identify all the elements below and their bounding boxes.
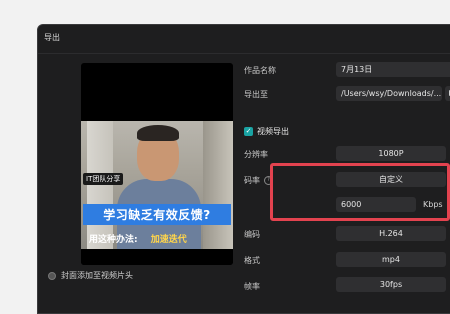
video-export-label: 视频导出 [257, 127, 289, 136]
cover-checkbox[interactable] [48, 271, 56, 280]
folder-icon[interactable] [445, 86, 450, 101]
video-letterbox [81, 249, 233, 265]
codec-label: 编码 [244, 230, 260, 239]
bitrate-label-text: 码率 [244, 176, 260, 185]
caption-sub-left: 用这种办法: [89, 235, 138, 245]
video-frame: IT团队分享 学习缺乏有效反馈? 用这种办法: 加速迭代 [81, 121, 233, 249]
video-export-toggle[interactable]: ✓ 视频导出 [244, 126, 289, 137]
format-label: 格式 [244, 256, 260, 265]
resolution-label: 分辨率 [244, 150, 268, 159]
video-tag: IT团队分享 [83, 173, 124, 185]
resolution-select[interactable]: 1080P [336, 146, 446, 161]
dialog-title: 导出 [44, 33, 60, 42]
checkmark-icon[interactable]: ✓ [244, 127, 253, 136]
video-caption-sub: 用这种办法: 加速迭代 [89, 232, 229, 245]
background-curtain [87, 121, 113, 249]
framerate-select[interactable]: 30fps [336, 277, 446, 292]
format-select[interactable]: mp4 [336, 252, 446, 267]
dialog-titlebar: 导出 [38, 25, 450, 54]
cover-option[interactable]: 封面添加至视频片头 [48, 270, 133, 281]
video-caption-main: 学习缺乏有效反馈? [83, 204, 231, 225]
background-shelf [203, 121, 233, 249]
bitrate-label: 码率? [244, 175, 273, 186]
codec-select[interactable]: H.264 [336, 226, 446, 241]
caption-sub-right: 加速迭代 [150, 235, 187, 245]
highlight-annotation [270, 163, 450, 221]
export-to-label: 导出至 [244, 90, 268, 99]
person-hair [137, 125, 179, 141]
cover-option-label: 封面添加至视频片头 [61, 271, 133, 280]
video-preview: IT团队分享 学习缺乏有效反馈? 用这种办法: 加速迭代 [81, 63, 233, 265]
name-label: 作品名称 [244, 66, 276, 75]
framerate-label: 帧率 [244, 282, 260, 291]
name-input[interactable]: 7月13日 [336, 62, 450, 77]
export-path-field[interactable]: /Users/wsy/Downloads/... [336, 86, 442, 101]
